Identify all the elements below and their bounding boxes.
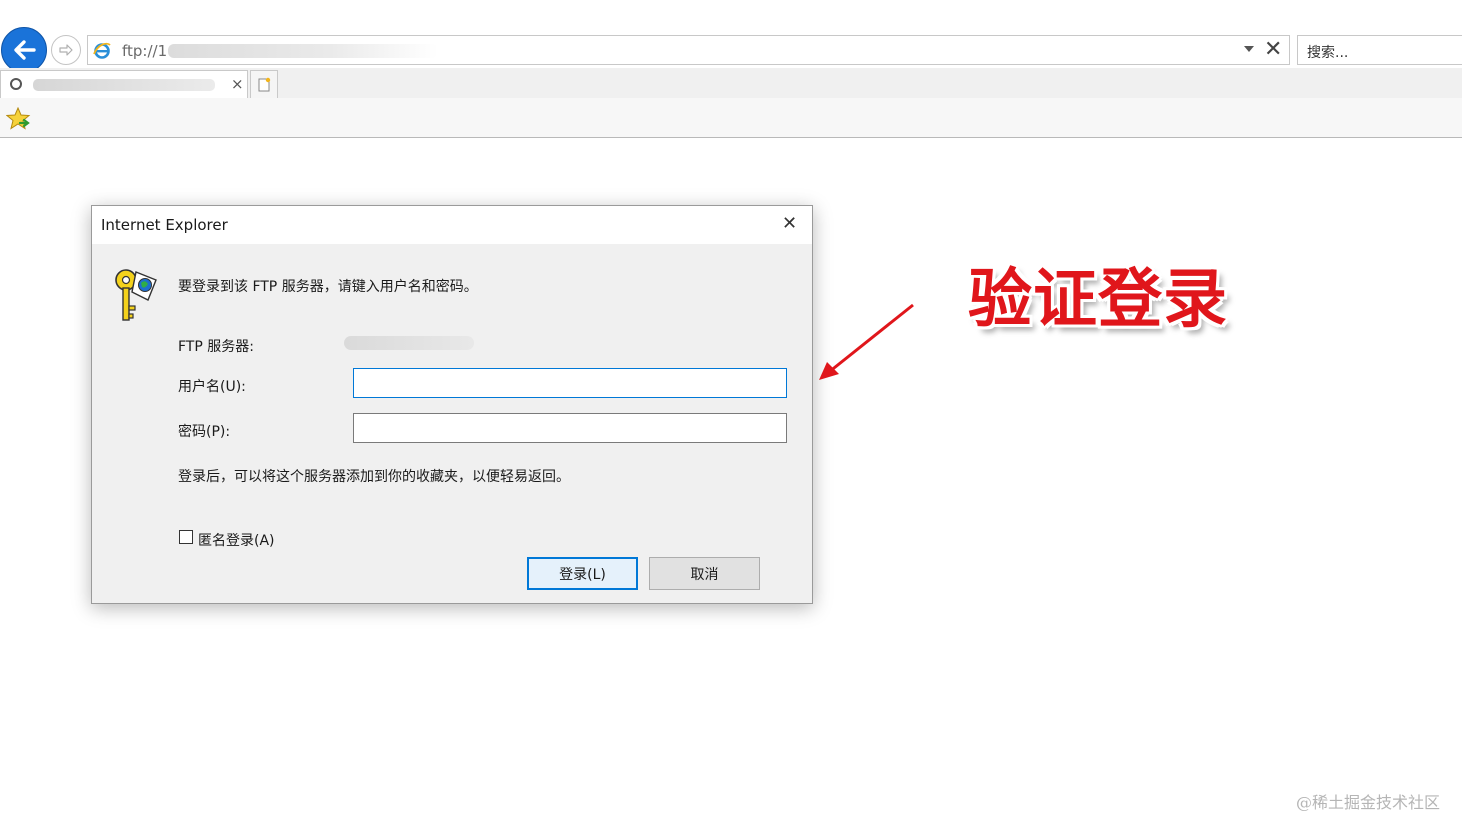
search-box[interactable]: 搜索... <box>1297 35 1462 65</box>
annotation-arrow-icon <box>819 303 914 380</box>
watermark: @稀土掘金技术社区 <box>1296 793 1441 812</box>
address-bar[interactable]: ftp://1 ✕ <box>87 35 1290 65</box>
stop-icon[interactable]: ✕ <box>1264 38 1282 62</box>
address-redacted <box>168 44 438 58</box>
anonymous-login-label[interactable]: 匿名登录(A) <box>198 530 275 550</box>
forward-arrow-icon <box>59 44 73 56</box>
username-input[interactable] <box>353 368 787 398</box>
loading-icon <box>10 78 22 90</box>
password-label: 密码(P): <box>178 424 231 440</box>
forward-button[interactable] <box>51 35 81 65</box>
login-button[interactable]: 登录(L) <box>527 557 638 590</box>
dialog-close-icon[interactable]: ✕ <box>782 214 797 234</box>
ftp-key-icon <box>115 269 157 321</box>
tab-title-redacted <box>33 79 215 91</box>
ie-page-icon <box>93 42 111 59</box>
tab-bar: × <box>0 68 1462 98</box>
favorites-star-icon[interactable] <box>6 107 32 131</box>
anonymous-login-checkbox[interactable] <box>179 530 193 544</box>
tab-close-icon[interactable]: × <box>231 75 244 93</box>
ftp-server-value-redacted <box>344 336 474 350</box>
back-arrow-icon <box>14 40 36 60</box>
browser-tab[interactable]: × <box>0 70 248 98</box>
annotation-label: 验证登录 <box>968 263 1228 337</box>
back-button[interactable] <box>1 27 47 73</box>
new-tab-button[interactable] <box>250 70 278 98</box>
dialog-title: Internet Explorer <box>101 216 228 234</box>
browser-chrome: ftp://1 ✕ 搜索... × <box>0 0 1462 138</box>
new-tab-icon <box>258 77 271 91</box>
favorites-bar <box>0 98 1462 137</box>
password-input[interactable] <box>353 413 787 443</box>
address-text: ftp://1 <box>122 42 168 60</box>
login-note: 登录后，可以将这个服务器添加到你的收藏夹，以便轻易返回。 <box>178 469 570 485</box>
dialog-titlebar: Internet Explorer ✕ <box>92 206 812 244</box>
search-placeholder: 搜索... <box>1307 45 1349 61</box>
ftp-server-label: FTP 服务器: <box>178 339 254 355</box>
login-prompt: 要登录到该 FTP 服务器，请键入用户名和密码。 <box>178 279 478 295</box>
username-label: 用户名(U): <box>178 379 246 395</box>
cancel-button[interactable]: 取消 <box>649 557 760 590</box>
login-dialog: Internet Explorer ✕ 要登录到该 FTP 服务器，请键入用户名… <box>91 205 813 604</box>
address-dropdown-icon[interactable] <box>1244 46 1254 52</box>
navigation-bar: ftp://1 ✕ 搜索... <box>0 0 1462 73</box>
